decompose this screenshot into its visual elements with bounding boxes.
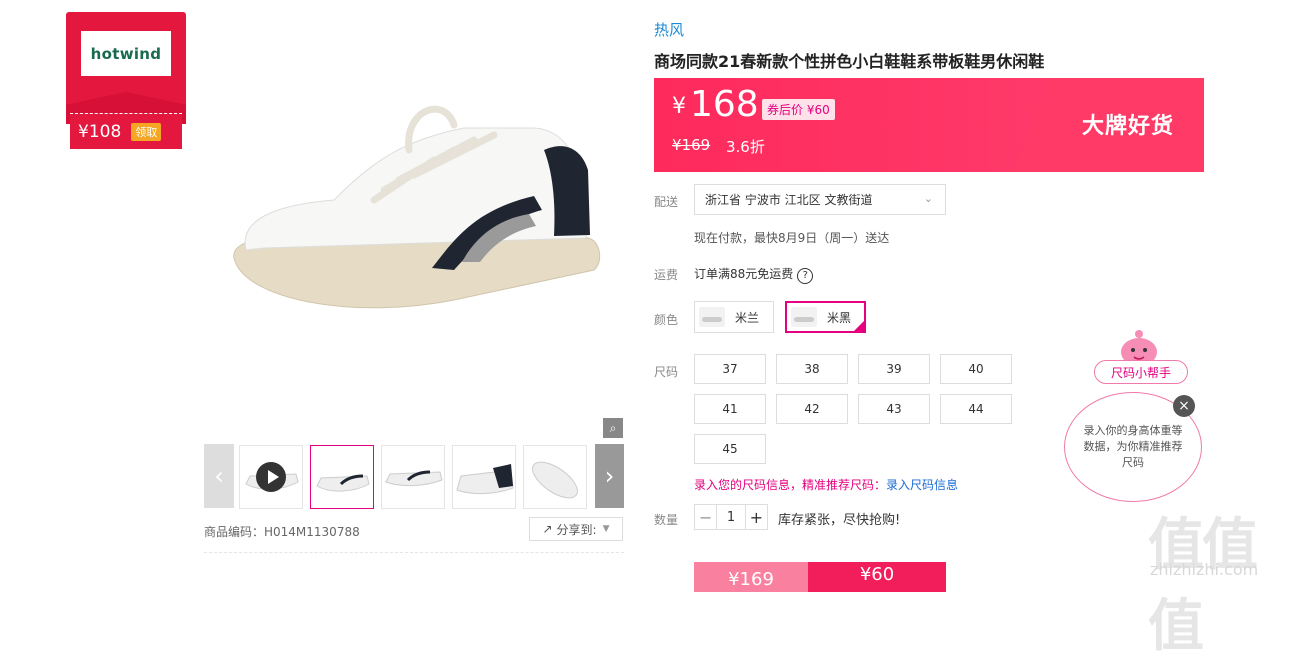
quantity-input[interactable]: 1 — [716, 505, 746, 529]
shipping-text: 订单满88元免运费 — [694, 267, 794, 281]
size-option[interactable]: 38 — [776, 354, 848, 384]
product-title: 商场同款21春新款个性拼色小白鞋鞋系带板鞋男休闲鞋 — [654, 52, 1045, 71]
size-helper-button[interactable]: 尺码小帮手 — [1094, 360, 1188, 384]
shipping-label: 运费 — [654, 268, 679, 282]
main-product-image[interactable] — [204, 0, 624, 436]
divider — [204, 552, 624, 553]
buy-original-button[interactable]: ¥169 — [694, 562, 808, 592]
color-name: 米兰 — [735, 310, 760, 325]
share-button[interactable]: ↗ 分享到: ▼ — [529, 517, 623, 541]
delivery-eta: 现在付款，最快8月9日（周一）送达 — [694, 231, 890, 245]
size-option[interactable]: 43 — [858, 394, 930, 424]
size-option[interactable]: 42 — [776, 394, 848, 424]
discount: 3.6折 — [726, 138, 765, 156]
caret-down-icon: ▼ — [602, 524, 610, 534]
size-option[interactable]: 40 — [940, 354, 1012, 384]
thumbnail-prev-button[interactable]: ‹ — [204, 444, 234, 508]
selected-check-icon — [852, 319, 866, 333]
thumbnail-2[interactable] — [310, 445, 374, 509]
color-swatch-image — [791, 307, 817, 327]
size-option[interactable]: 39 — [858, 354, 930, 384]
coupon-bottom: ¥108 领取 — [70, 113, 182, 149]
close-icon[interactable]: × — [1173, 395, 1195, 417]
buy-coupon-button[interactable]: ¥60 — [808, 562, 946, 592]
size-option[interactable]: 37 — [694, 354, 766, 384]
size-option[interactable]: 45 — [694, 434, 766, 464]
quantity-stepper: − 1 + — [694, 504, 768, 530]
shipping-info: 订单满88元免运费? — [694, 265, 814, 284]
color-option-milan[interactable]: 米兰 — [694, 301, 774, 333]
help-icon[interactable]: ? — [797, 268, 814, 284]
size-option[interactable]: 41 — [694, 394, 766, 424]
watermark-logo: 值值值 — [1148, 513, 1258, 659]
address-selector[interactable]: 浙江省 宁波市 江北区 文教街道 ⌄ — [694, 184, 946, 215]
size-info: 录入您的尺码信息，精准推荐尺码：录入尺码信息 — [694, 476, 958, 493]
color-swatch-image — [699, 307, 725, 327]
quantity-minus-button[interactable]: − — [695, 505, 716, 529]
product-code: 商品编码：H014M1130788 — [204, 525, 360, 539]
coupon-price-tag: 券后价 ¥60 — [762, 99, 835, 120]
coupon-price: ¥108 — [78, 121, 122, 142]
current-price: 168 — [690, 84, 759, 125]
color-label: 颜色 — [654, 313, 679, 327]
sneaker-image — [233, 105, 601, 309]
size-info-link[interactable]: 录入尺码信息 — [886, 478, 958, 492]
color-name: 米黑 — [827, 310, 852, 325]
thumbnail-next-button[interactable]: › — [595, 444, 624, 508]
quantity-label: 数量 — [654, 513, 679, 527]
size-option[interactable]: 44 — [940, 394, 1012, 424]
share-icon: ↗ — [542, 522, 553, 536]
delivery-label: 配送 — [654, 195, 679, 209]
price-currency: ¥ — [672, 94, 686, 119]
thumbnail-4[interactable] — [452, 445, 516, 509]
promo-banner: 大牌好货 — [1081, 114, 1174, 139]
zoom-icon[interactable]: ⌕ — [603, 418, 623, 438]
watermark-url: zhizhizhi.com — [1150, 560, 1259, 579]
quantity-plus-button[interactable]: + — [746, 505, 767, 529]
coupon-get-button[interactable]: 领取 — [131, 122, 162, 141]
thumbnail-5[interactable] — [523, 445, 587, 509]
stock-notice: 库存紧张，尽快抢购! — [778, 513, 901, 528]
share-label: 分享到: — [556, 522, 597, 537]
brand-link[interactable]: 热风 — [654, 19, 684, 40]
original-price: ¥169 — [672, 136, 711, 154]
color-option-mihei[interactable]: 米黑 — [785, 301, 866, 333]
brand-logo: hotwind — [81, 31, 171, 76]
price-panel: ¥ 168 券后价 ¥60 ¥169 3.6折 大牌好货 — [654, 78, 1204, 172]
address-value: 浙江省 宁波市 江北区 文教街道 — [705, 193, 873, 207]
thumbnail-video[interactable] — [239, 445, 303, 509]
thumbnail-3[interactable] — [381, 445, 445, 509]
play-icon — [256, 462, 286, 492]
coupon-badge[interactable]: hotwind ¥108 领取 — [66, 12, 186, 150]
chevron-down-icon: ⌄ — [923, 192, 933, 205]
size-label: 尺码 — [654, 365, 679, 379]
size-info-text: 录入您的尺码信息，精准推荐尺码： — [694, 478, 887, 492]
